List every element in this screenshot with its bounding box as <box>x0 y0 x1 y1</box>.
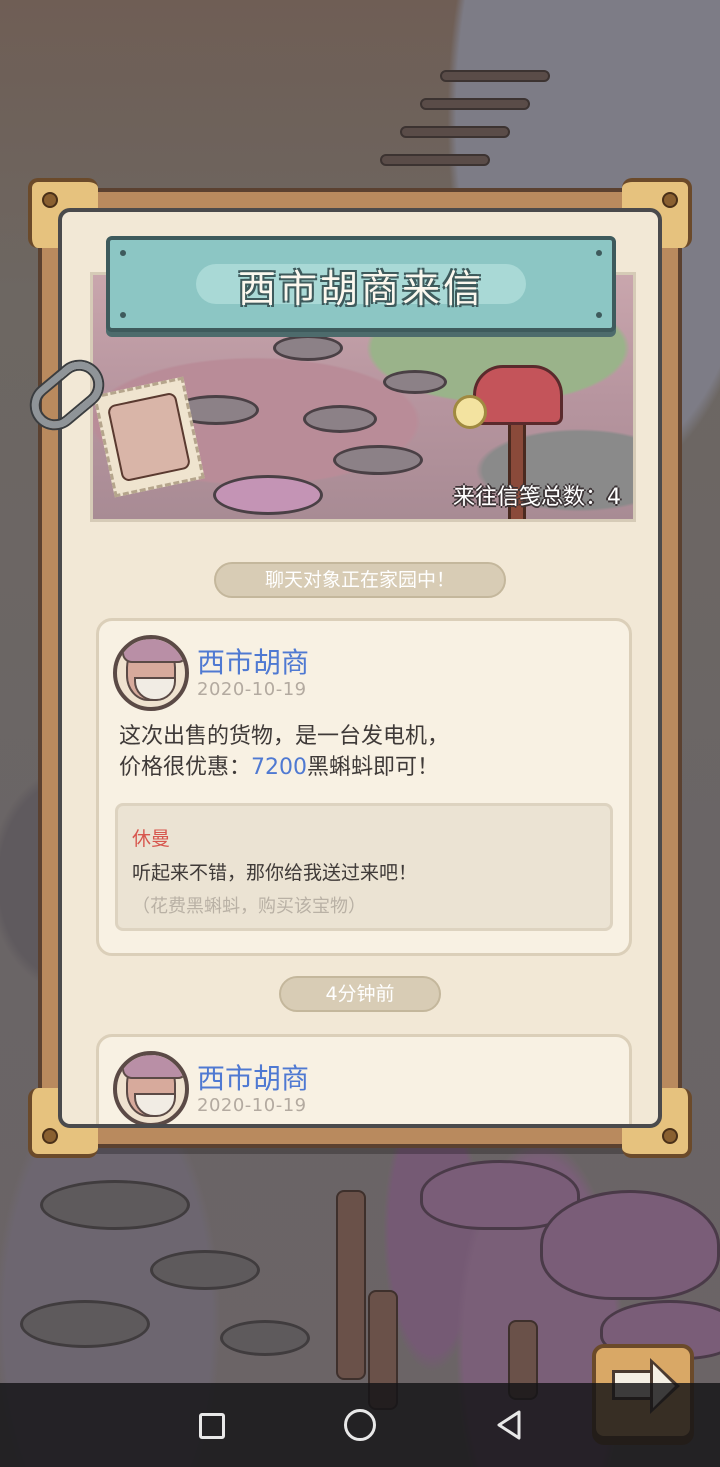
stamp-portrait-icon <box>93 376 205 498</box>
background-mushroom <box>540 1190 720 1300</box>
scene-stone <box>333 445 423 475</box>
message-line: 这次出售的货物，是一台发电机， <box>119 724 450 749</box>
background-rock <box>20 1300 150 1348</box>
message-text: 这次出售的货物，是一台发电机， 价格很优惠：7200黑蝌蚪即可！ <box>119 721 609 783</box>
reply-option-button[interactable]: 休曼 听起来不错，那你给我送过来吧！ （花费黑蝌蚪，购买该宝物） <box>115 803 613 931</box>
banner-nail <box>120 250 126 256</box>
merchant-portrait <box>106 391 192 483</box>
background-rock <box>40 1180 190 1230</box>
scene-stone <box>383 370 447 394</box>
message-line-suffix: 黑蝌蚪即可！ <box>307 755 440 780</box>
scene-stone <box>303 405 377 433</box>
message-card: 西市胡商 2020-10-19 这次出售的货物，是一台发电机， 价格很优惠：72… <box>96 618 632 956</box>
title-banner: 西市胡商来信 <box>106 236 616 332</box>
sender-name: 西市胡商 <box>197 1062 310 1095</box>
background-stairs <box>380 70 560 190</box>
merchant-face-icon <box>122 1055 185 1117</box>
background-rock <box>150 1250 260 1290</box>
android-nav-bar <box>0 1383 720 1467</box>
total-letters-count: 来往信笺总数：4 <box>453 485 621 510</box>
scene-stone <box>273 335 343 361</box>
banner-nail <box>596 250 602 256</box>
flower-icon <box>453 395 487 429</box>
sender-name: 西市胡商 <box>197 646 310 679</box>
reply-speaker-name: 休曼 <box>132 828 171 850</box>
price-value: 7200 <box>251 755 308 780</box>
reply-hint: （花费黑蝌蚪，购买该宝物） <box>132 896 366 917</box>
timestamp-badge: 4分钟前 <box>279 976 441 1012</box>
merchant-face-icon <box>122 639 185 701</box>
reply-text: 听起来不错，那你给我送过来吧！ <box>132 862 418 884</box>
back-triangle-icon[interactable] <box>494 1409 524 1441</box>
message-line: 价格很优惠：7200黑蝌蚪即可！ <box>119 752 609 783</box>
avatar <box>113 1051 189 1124</box>
background-rock <box>220 1320 310 1356</box>
recent-apps-square-icon[interactable] <box>199 1413 225 1439</box>
letter-panel: 来往信笺总数：4 西市胡商来信 聊天对象正在家园中！ 西市胡商 2020-10-… <box>28 178 692 1158</box>
home-circle-icon[interactable] <box>344 1409 376 1441</box>
message-card: 西市胡商 2020-10-19 <box>96 1034 632 1124</box>
status-badge: 聊天对象正在家园中！ <box>214 562 506 598</box>
page-title: 西市胡商来信 <box>237 267 484 311</box>
scene-mushroom <box>213 475 323 515</box>
background-post <box>336 1190 366 1380</box>
message-line-prefix: 价格很优惠： <box>119 755 252 780</box>
message-date: 2020-10-19 <box>197 1095 307 1116</box>
letter-content[interactable]: 来往信笺总数：4 西市胡商来信 聊天对象正在家园中！ 西市胡商 2020-10-… <box>58 208 662 1128</box>
avatar <box>113 635 189 711</box>
message-date: 2020-10-19 <box>197 679 307 700</box>
